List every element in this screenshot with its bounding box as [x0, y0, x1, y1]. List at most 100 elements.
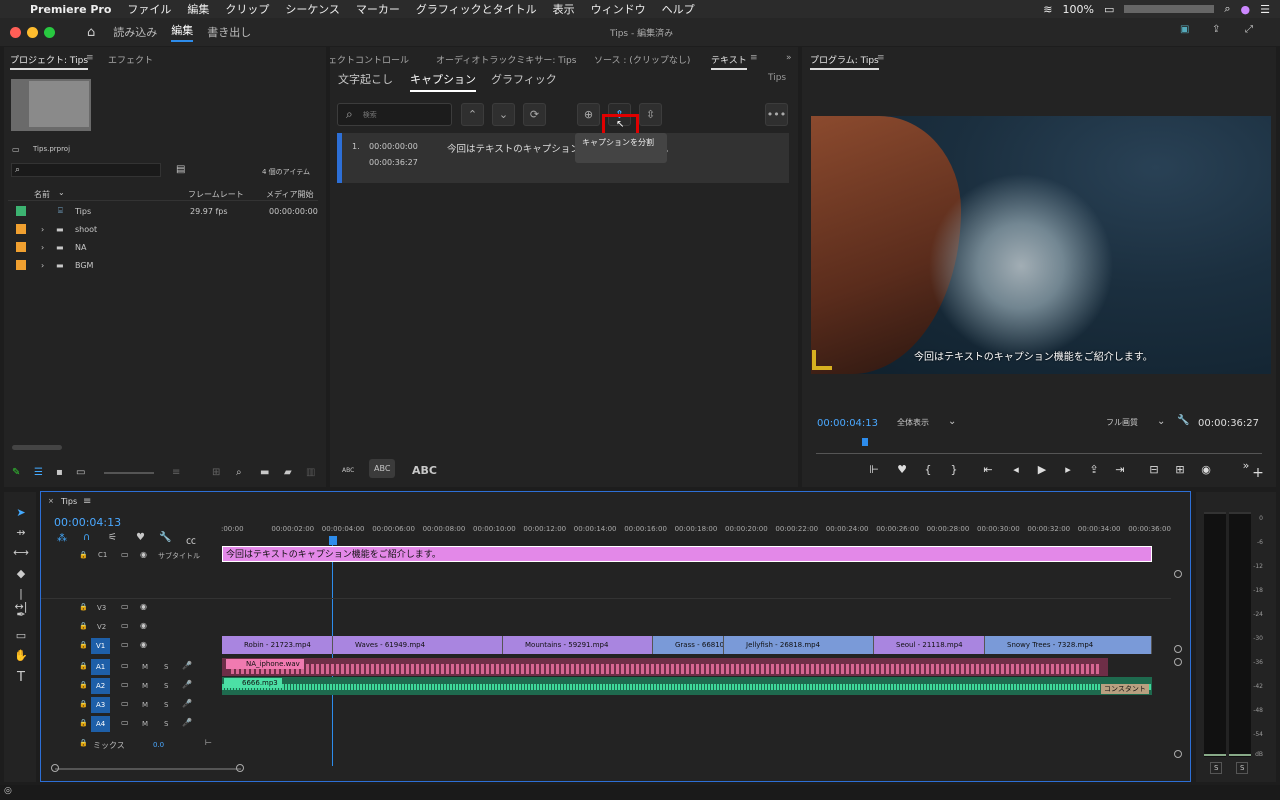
panel-menu-icon[interactable]: ≡	[83, 496, 91, 507]
tab-audio-mixer[interactable]: オーディオトラックミキサー: Tips	[436, 53, 576, 66]
share-icon[interactable]: ⇪	[1212, 24, 1220, 35]
workspace-export[interactable]: 書き出し	[207, 24, 251, 40]
mute-button[interactable]: M	[142, 682, 148, 690]
pen-icon[interactable]: ✒	[13, 608, 29, 624]
panel-overflow-icon[interactable]: »	[786, 53, 792, 63]
wrench-icon[interactable]: 🔧	[159, 532, 171, 543]
video-preview[interactable]: 今回はテキストのキャプション機能をご紹介します。	[811, 116, 1271, 374]
chevron-right-icon[interactable]: ›	[41, 243, 44, 252]
close-icon[interactable]: ×	[48, 497, 54, 505]
caption-clip[interactable]: 今回はテキストのキャプション機能をご紹介します。	[222, 546, 1152, 562]
mark-in-icon[interactable]: {	[920, 463, 936, 476]
tab-effects[interactable]: エフェクト	[108, 53, 153, 66]
video-clip[interactable]: Robin - 21723.mp4	[222, 636, 333, 654]
nest-icon[interactable]: ⁂	[57, 533, 67, 544]
play-icon[interactable]: ▶	[1034, 463, 1050, 476]
export-frame-icon[interactable]: ◉	[1198, 463, 1214, 476]
track-label-v3[interactable]: V3	[97, 604, 106, 612]
mute-button[interactable]: M	[142, 663, 148, 671]
type-tool-icon[interactable]: T	[13, 670, 29, 686]
video-clip[interactable]: Snowy Trees - 7328.mp4	[985, 636, 1152, 654]
zoom-window-button[interactable]	[44, 26, 55, 38]
tab-project[interactable]: プロジェクト: Tips	[10, 53, 89, 70]
lock-icon[interactable]: 🔒	[79, 719, 88, 727]
project-scrollbar[interactable]	[12, 445, 62, 450]
list-view-icon[interactable]: ☰	[34, 467, 43, 478]
timeline-vscroll-a[interactable]	[1174, 658, 1182, 666]
audio-transition-label[interactable]: コンスタント	[1101, 684, 1149, 694]
text-size-small-button[interactable]: ABC	[342, 467, 354, 474]
scroll-handle-right[interactable]	[236, 764, 244, 772]
chevron-down-icon[interactable]: ⌄	[948, 416, 956, 427]
time-ruler[interactable]: :00:00 00:00:02:00 00:00:04:00 00:00:06:00 0…	[221, 525, 1171, 543]
go-to-in-icon[interactable]: ⇤	[980, 463, 996, 476]
eye-icon[interactable]: ◉	[140, 640, 147, 649]
solo-left-button[interactable]: S	[1210, 762, 1223, 774]
find-icon[interactable]: ⌕	[236, 467, 242, 478]
lock-icon[interactable]: 🔒	[79, 622, 88, 630]
timeline-timecode[interactable]: 00:00:04:13	[54, 516, 121, 529]
track-select-icon[interactable]: ⇸	[13, 526, 29, 542]
add-button-icon[interactable]: +	[1250, 465, 1266, 481]
track-label-a2[interactable]: A2	[91, 678, 111, 694]
captions-icon[interactable]: ㏄	[186, 532, 196, 547]
panel-menu-icon[interactable]: ≡	[750, 53, 758, 63]
caption-list-item[interactable]: 1. 00:00:00:00 00:00:36:27 今回はテキストのキャプショ…	[337, 133, 789, 183]
track-label-a3[interactable]: A3	[91, 697, 111, 713]
eye-icon[interactable]: ◉	[140, 550, 147, 559]
track-label-v1[interactable]: V1	[91, 638, 111, 654]
solo-button[interactable]: S	[164, 682, 168, 690]
icon-view-icon[interactable]: ▪	[56, 467, 63, 478]
tab-text[interactable]: テキスト	[711, 53, 747, 70]
more-options-button[interactable]: •••	[765, 103, 788, 126]
tab-effect-controls[interactable]: ェクトコントロール	[330, 53, 409, 66]
solo-button[interactable]: S	[164, 663, 168, 671]
list-item[interactable]: › ▬ BGM	[8, 256, 318, 274]
workspace-import[interactable]: 読み込み	[113, 24, 157, 40]
timeline-tab[interactable]: Tips	[61, 497, 77, 506]
trash-icon[interactable]: ▥	[306, 467, 315, 478]
freeform-view-icon[interactable]: ▭	[76, 467, 85, 478]
chevron-down-icon[interactable]: ⌄	[58, 188, 65, 197]
timeline-hscroll[interactable]	[55, 768, 241, 770]
tab-source[interactable]: ソース : (クリップなし)	[594, 53, 690, 66]
selection-tool-icon[interactable]: ➤	[13, 506, 29, 522]
control-center-icon[interactable]: ☰	[1260, 3, 1270, 16]
status-icon[interactable]: ◎	[4, 786, 12, 796]
video-clip[interactable]: Seoul - 21118.mp4	[874, 636, 985, 654]
zoom-slider[interactable]	[104, 472, 154, 474]
workspace-edit[interactable]: 編集	[171, 22, 194, 42]
toggle-output-icon[interactable]: ▭	[121, 699, 129, 708]
menu-file[interactable]: ファイル	[119, 1, 179, 17]
microphone-icon[interactable]: 🎤	[182, 661, 192, 670]
mix-value[interactable]: 0.0	[153, 741, 164, 749]
step-forward-icon[interactable]: ▸	[1060, 463, 1076, 476]
razor-icon[interactable]: ◆	[13, 567, 29, 583]
menu-clip[interactable]: クリップ	[217, 1, 277, 17]
hand-icon[interactable]: ✋	[13, 649, 29, 665]
toggle-output-icon[interactable]: ▭	[121, 621, 129, 630]
lift-icon[interactable]: ⇪	[1086, 463, 1102, 476]
eye-icon[interactable]: ◉	[140, 621, 147, 630]
toggle-output-icon[interactable]: ▭	[121, 680, 129, 689]
list-item[interactable]: › ▬ NA	[8, 238, 318, 256]
menu-sequence[interactable]: シーケンス	[277, 1, 347, 17]
lock-icon[interactable]: 🔒	[79, 739, 88, 747]
minimize-window-button[interactable]	[27, 26, 38, 38]
linked-selection-icon[interactable]: ⚟	[108, 532, 117, 543]
wifi-icon[interactable]: ≋	[1043, 3, 1052, 16]
battery-label[interactable]: 100%	[1062, 3, 1093, 16]
chevron-down-icon[interactable]: ⌄	[1157, 416, 1165, 427]
add-marker-icon[interactable]: ♥	[136, 532, 145, 543]
microphone-icon[interactable]: 🎤	[182, 699, 192, 708]
automate-icon[interactable]: ⊞	[212, 467, 220, 478]
project-search-input[interactable]: ⌕	[11, 163, 161, 177]
lock-icon[interactable]: 🔒	[79, 641, 88, 649]
chevron-right-icon[interactable]: ›	[41, 225, 44, 234]
toggle-output-icon[interactable]: ▭	[121, 661, 129, 670]
lock-icon[interactable]: 🔒	[79, 700, 88, 708]
mark-out-icon[interactable]: }	[946, 463, 962, 476]
mute-button[interactable]: M	[142, 720, 148, 728]
subtab-captions[interactable]: キャプション	[410, 71, 476, 92]
playhead-marker[interactable]	[329, 536, 337, 545]
